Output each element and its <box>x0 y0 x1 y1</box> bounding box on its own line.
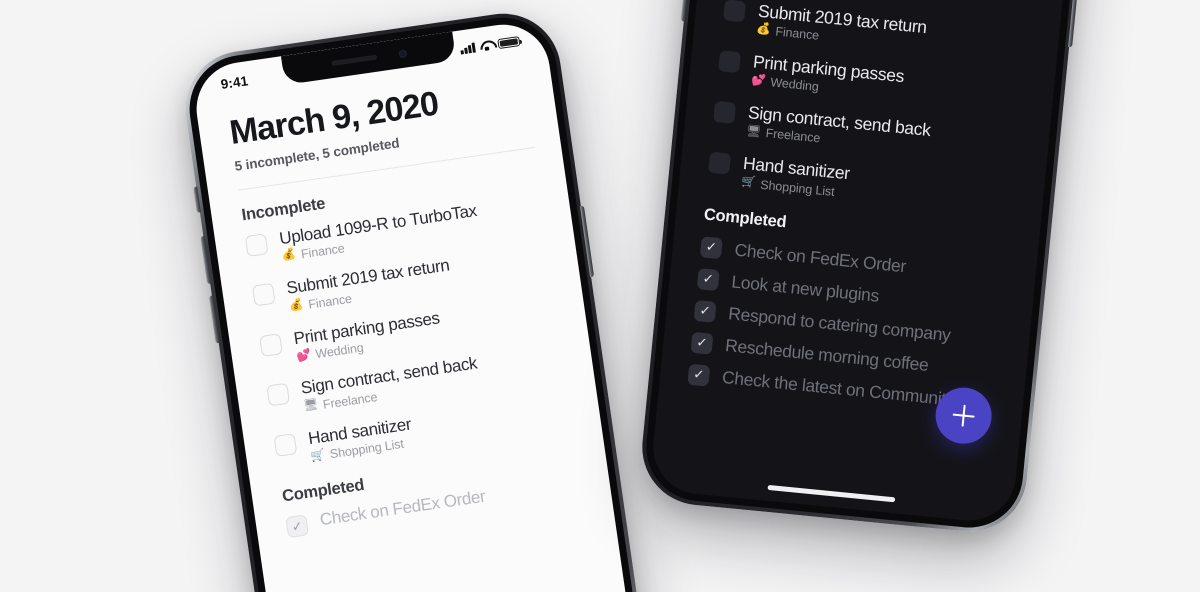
task-body: Sign contract, send back 🖥 Freelance <box>746 102 932 156</box>
checkbox-unchecked-icon[interactable] <box>273 433 298 457</box>
earpiece-speaker-icon <box>330 54 377 67</box>
cellular-bars-icon <box>460 42 476 55</box>
list-emoji-icon: 💰 <box>288 298 305 313</box>
dark-phone-device: Submit 2019 tax return 💰 Finance Print p… <box>636 0 1099 537</box>
task-body: Sign contract, send back 🖥 Freelance <box>300 354 481 415</box>
checkbox-checked-icon[interactable] <box>693 299 717 323</box>
task-list-name: Wedding <box>769 75 820 95</box>
task-title: Look at new plugins <box>730 271 880 306</box>
list-emoji-icon: 🖥 <box>302 398 319 413</box>
silent-switch[interactable] <box>193 186 201 213</box>
task-list-name: Freelance <box>765 126 821 146</box>
checkbox-unchecked-icon[interactable] <box>708 152 732 175</box>
battery-full-icon <box>497 35 521 50</box>
wifi-icon <box>479 40 493 52</box>
light-phone-screen: 9:41 March 9, 2020 5 incomplete, 5 compl… <box>190 18 650 592</box>
task-list-name: Finance <box>774 24 820 43</box>
dark-task-screen: Submit 2019 tax return 💰 Finance Print p… <box>649 0 1086 525</box>
status-indicators <box>460 35 521 55</box>
task-body: Look at new plugins <box>731 271 880 305</box>
dark-phone-bezel: Submit 2019 tax return 💰 Finance Print p… <box>641 0 1094 533</box>
checkbox-checked-icon[interactable] <box>699 235 723 259</box>
checkbox-unchecked-icon[interactable] <box>259 332 283 357</box>
scene-stage: 9:41 March 9, 2020 5 incomplete, 5 compl… <box>0 0 1200 592</box>
checkbox-checked-icon[interactable] <box>690 331 714 355</box>
list-emoji-icon: 💰 <box>281 248 297 263</box>
list-emoji-icon: 💕 <box>750 73 767 88</box>
list-emoji-icon: 💰 <box>755 22 772 37</box>
task-body: Print parking passes 💕 Wedding <box>751 52 905 103</box>
light-phone-bezel: 9:41 March 9, 2020 5 incomplete, 5 compl… <box>182 10 658 592</box>
dark-phone-screen: Submit 2019 tax return 💰 Finance Print p… <box>648 0 1087 525</box>
task-body: Hand sanitizer 🛒 Shopping List <box>307 414 415 464</box>
task-body: Submit 2019 tax return 💰 Finance <box>285 256 453 315</box>
light-incomplete-list: Upload 1099-R to TurboTax 💰 Finance Subm… <box>244 191 575 469</box>
list-emoji-icon: 🛒 <box>310 448 326 463</box>
checkbox-unchecked-icon[interactable] <box>251 282 276 307</box>
checkbox-unchecked-icon[interactable] <box>718 50 742 74</box>
checkbox-unchecked-icon[interactable] <box>723 0 747 23</box>
list-emoji-icon: 🛒 <box>740 175 757 189</box>
front-camera-icon <box>397 48 407 58</box>
checkbox-checked-icon[interactable] <box>687 363 711 387</box>
task-body: Check on FedEx Order <box>734 240 907 277</box>
checkbox-unchecked-icon[interactable] <box>266 383 291 407</box>
task-title: Check on FedEx Order <box>733 239 907 277</box>
light-task-screen: March 9, 2020 5 incomplete, 5 completed … <box>190 18 649 592</box>
power-button[interactable] <box>1068 0 1080 48</box>
checkbox-unchecked-icon[interactable] <box>713 101 737 125</box>
status-time: 9:41 <box>219 72 250 92</box>
task-body: Submit 2019 tax return 💰 Finance <box>756 1 928 53</box>
checkbox-checked-icon[interactable] <box>696 267 720 291</box>
checkbox-checked-icon[interactable] <box>285 514 310 539</box>
plus-icon <box>951 403 977 429</box>
task-body: Print parking passes 💕 Wedding <box>292 308 443 364</box>
checkbox-unchecked-icon[interactable] <box>244 232 269 257</box>
dark-incomplete-list: Submit 2019 tax return 💰 Finance Print p… <box>707 0 1036 216</box>
light-phone-device: 9:41 March 9, 2020 5 incomplete, 5 compl… <box>177 6 662 592</box>
list-emoji-icon: 💕 <box>295 348 312 363</box>
task-body: Hand sanitizer 🛒 Shopping List <box>741 153 851 199</box>
list-emoji-icon: 🖥 <box>745 124 762 139</box>
